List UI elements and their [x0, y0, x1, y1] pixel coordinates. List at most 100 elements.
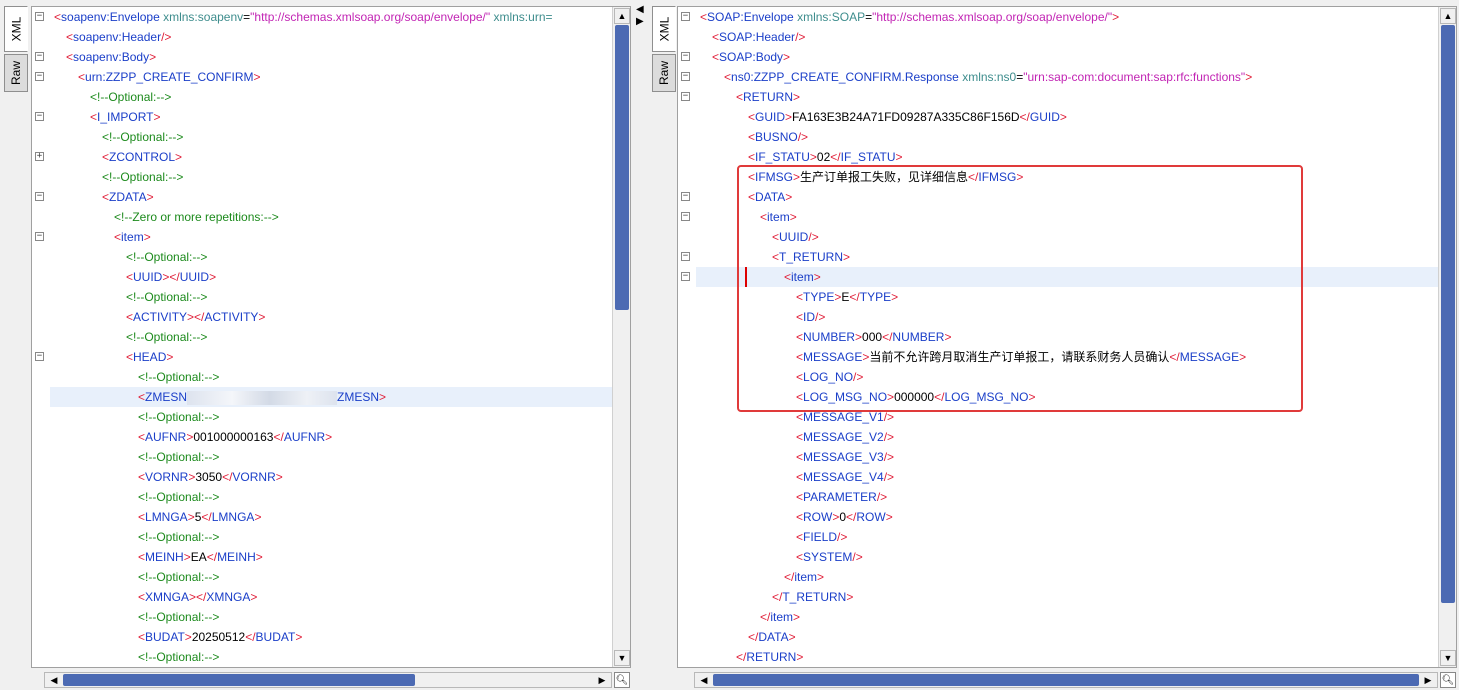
xml-line[interactable]: </T_RETURN> [696, 587, 1438, 607]
xml-line[interactable]: <VORNR>3050</VORNR> [50, 467, 612, 487]
xml-line[interactable]: <!--Optional:--> [50, 287, 612, 307]
scroll-right-arrow-icon[interactable]: ▶ [595, 673, 609, 687]
tab-raw[interactable]: Raw [652, 54, 676, 92]
xml-line[interactable]: <ZMESN ZMESN> [50, 387, 612, 407]
expand-node-icon[interactable]: + [35, 152, 44, 161]
xml-line[interactable]: <ID/> [696, 307, 1438, 327]
collapse-left-arrow-icon[interactable]: ◀ [636, 4, 644, 15]
xml-line[interactable]: <LMNGA>5</LMNGA> [50, 507, 612, 527]
xml-line[interactable]: <MESSAGE_V4/> [696, 467, 1438, 487]
collapse-node-icon[interactable]: − [35, 192, 44, 201]
xml-line[interactable]: <!--Optional:--> [50, 247, 612, 267]
horizontal-scrollbar[interactable]: ◀ ▶ [694, 672, 1438, 688]
xml-line[interactable]: <GUID>FA163E3B24A71FD09287A335C86F156D</… [696, 107, 1438, 127]
xml-line[interactable]: <PARAMETER/> [696, 487, 1438, 507]
xml-line[interactable]: <soapenv:Header/> [50, 27, 612, 47]
xml-line[interactable]: <SOAP:Header/> [696, 27, 1438, 47]
xml-line[interactable]: <UUID></UUID> [50, 267, 612, 287]
xml-line[interactable]: <!--Optional:--> [50, 487, 612, 507]
xml-line[interactable]: − <ns0:ZZPP_CREATE_CONFIRM.Response xmlns… [681, 67, 1438, 87]
collapse-right-arrow-icon[interactable]: ▶ [636, 16, 644, 27]
xml-line[interactable]: <IFMSG>生产订单报工失败，见详细信息</IFMSG> [696, 167, 1438, 187]
xml-line[interactable]: − <RETURN> [681, 87, 1438, 107]
collapse-node-icon[interactable]: − [681, 252, 690, 261]
xml-line[interactable]: − <item> [35, 227, 612, 247]
collapse-node-icon[interactable]: − [681, 272, 690, 281]
scroll-right-arrow-icon[interactable]: ▶ [1421, 673, 1435, 687]
xml-line[interactable]: − <DATA> [681, 187, 1438, 207]
vertical-scrollbar[interactable]: ▲ ▼ [1438, 7, 1456, 667]
xml-line[interactable]: − <SOAP:Body> [681, 47, 1438, 67]
collapse-node-icon[interactable]: − [35, 232, 44, 241]
xml-line[interactable]: <!--Zero or more repetitions:--> [50, 207, 612, 227]
request-xml-editor[interactable]: − <soapenv:Envelope xmlns:soapenv="http:/… [31, 6, 631, 668]
xml-line[interactable]: <MESSAGE_V3/> [696, 447, 1438, 467]
xml-line[interactable]: <!--Optional:--> [50, 607, 612, 627]
xml-line[interactable]: − <SOAP:Envelope xmlns:SOAP="http://schem… [681, 7, 1438, 27]
xml-line[interactable]: − <soapenv:Body> [35, 47, 612, 67]
collapse-node-icon[interactable]: − [35, 12, 44, 21]
scroll-down-arrow-icon[interactable]: ▼ [1440, 650, 1456, 666]
xml-line[interactable]: − <item> [681, 207, 1438, 227]
vertical-scrollbar[interactable]: ▲ ▼ [612, 7, 630, 667]
xml-line[interactable]: <!--Optional:--> [50, 327, 612, 347]
collapse-node-icon[interactable]: − [35, 352, 44, 361]
xml-line[interactable]: <UUID/> [696, 227, 1438, 247]
xml-line[interactable]: − <soapenv:Envelope xmlns:soapenv="http:/… [35, 7, 612, 27]
collapse-node-icon[interactable]: − [681, 52, 690, 61]
collapse-node-icon[interactable]: − [681, 212, 690, 221]
xml-line[interactable]: <MESSAGE>当前不允许跨月取消生产订单报工，请联系财务人员确认</MESS… [696, 347, 1438, 367]
xml-line[interactable]: <!--Optional:--> [50, 567, 612, 587]
xml-line[interactable]: <SYSTEM/> [696, 547, 1438, 567]
scroll-left-arrow-icon[interactable]: ◀ [697, 673, 711, 687]
xml-line[interactable]: <BUSNO/> [696, 127, 1438, 147]
xml-line[interactable]: <!--Optional:--> [50, 87, 612, 107]
xml-line[interactable]: <MESSAGE_V1/> [696, 407, 1438, 427]
xml-line[interactable]: − <HEAD> [35, 347, 612, 367]
xml-line[interactable]: </RETURN> [696, 647, 1438, 667]
scroll-thumb[interactable] [1441, 25, 1455, 603]
collapse-node-icon[interactable]: − [35, 52, 44, 61]
xml-line[interactable]: <ACTIVITY></ACTIVITY> [50, 307, 612, 327]
xml-line[interactable]: − <urn:ZZPP_CREATE_CONFIRM> [35, 67, 612, 87]
tab-raw[interactable]: Raw [4, 54, 28, 92]
magnifier-icon[interactable]: 🔍︎ [1440, 672, 1456, 688]
xml-line[interactable]: <NUMBER>000</NUMBER> [696, 327, 1438, 347]
xml-line[interactable]: − <I_IMPORT> [35, 107, 612, 127]
xml-line[interactable]: <XMNGA></XMNGA> [50, 587, 612, 607]
xml-line[interactable]: + <ZCONTROL> [35, 147, 612, 167]
collapse-node-icon[interactable]: − [681, 192, 690, 201]
xml-line[interactable]: <IF_STATU>02</IF_STATU> [696, 147, 1438, 167]
horizontal-scrollbar[interactable]: ◀ ▶ [44, 672, 612, 688]
collapse-node-icon[interactable]: − [681, 92, 690, 101]
scroll-left-arrow-icon[interactable]: ◀ [47, 673, 61, 687]
xml-line[interactable]: <!--Optional:--> [50, 647, 612, 667]
xml-line[interactable]: <AUFNR>001000000163</AUFNR> [50, 427, 612, 447]
xml-line[interactable]: <BUDAT>20250512</BUDAT> [50, 627, 612, 647]
xml-line[interactable]: </item> [696, 607, 1438, 627]
xml-line[interactable]: − <T_RETURN> [681, 247, 1438, 267]
scroll-thumb[interactable] [615, 25, 629, 310]
xml-line[interactable]: <!--Optional:--> [50, 367, 612, 387]
xml-line[interactable]: <MESSAGE_V2/> [696, 427, 1438, 447]
magnifier-icon[interactable]: 🔍︎ [614, 672, 630, 688]
xml-line[interactable]: </item> [696, 567, 1438, 587]
scroll-up-arrow-icon[interactable]: ▲ [1440, 8, 1456, 24]
collapse-node-icon[interactable]: − [35, 72, 44, 81]
collapse-node-icon[interactable]: − [35, 112, 44, 121]
tab-xml[interactable]: XML [652, 6, 676, 52]
xml-line[interactable]: <!--Optional:--> [50, 527, 612, 547]
pane-splitter[interactable]: ◀ ▶ [633, 0, 648, 690]
xml-line[interactable]: <ROW>0</ROW> [696, 507, 1438, 527]
collapse-node-icon[interactable]: − [681, 72, 690, 81]
xml-line[interactable]: <LOG_NO/> [696, 367, 1438, 387]
xml-line[interactable]: <!--Optional:--> [50, 127, 612, 147]
xml-line[interactable]: <TYPE>E</TYPE> [696, 287, 1438, 307]
xml-line[interactable]: <!--Optional:--> [50, 167, 612, 187]
xml-line[interactable]: <FIELD/> [696, 527, 1438, 547]
response-xml-editor[interactable]: − <SOAP:Envelope xmlns:SOAP="http://schem… [677, 6, 1457, 668]
scroll-up-arrow-icon[interactable]: ▲ [614, 8, 630, 24]
xml-line[interactable]: − <ZDATA> [35, 187, 612, 207]
horizontal-scroll-thumb[interactable] [63, 674, 415, 686]
xml-line[interactable]: <MEINH>EA</MEINH> [50, 547, 612, 567]
